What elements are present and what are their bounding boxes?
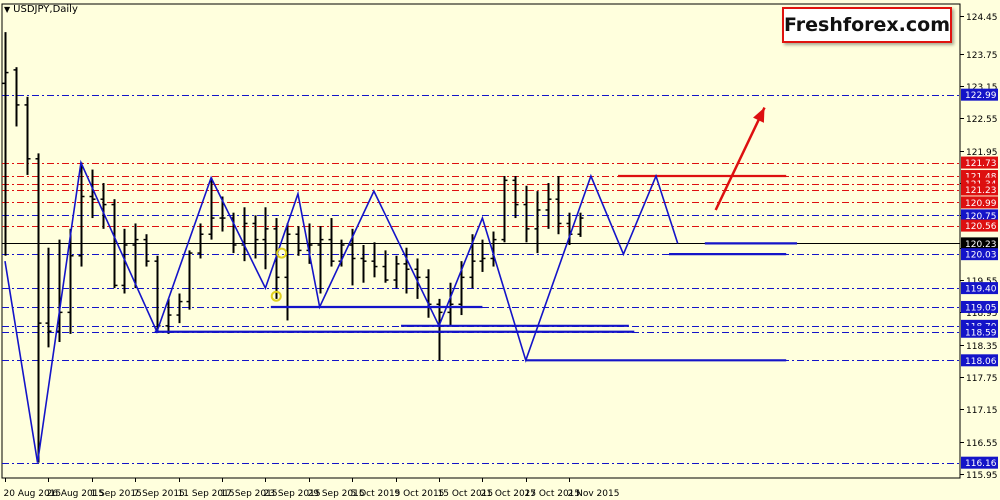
price-level-label-text: 122.99 [965,91,997,101]
ohlc-bar [436,298,443,361]
candles [2,32,584,463]
ohlc-bar [317,226,324,294]
ohlc-bar [273,218,280,299]
chart-window: 124.45123.75123.15122.55121.95121.35120.… [0,0,1000,500]
ohlc-bar [512,176,519,219]
ohlc-bar [24,96,31,175]
price-level-label: 120.99 [961,196,998,209]
price-level-label: 120.23 [961,237,998,250]
price-level-label-text: 118.06 [965,357,997,367]
price-level-label: 122.99 [961,88,998,101]
price-level-label-text: 119.05 [965,303,997,313]
price-level-label: 118.06 [961,354,998,367]
ohlc-bar [523,185,530,243]
y-axis: 124.45123.75123.15122.55121.95121.35120.… [960,13,998,481]
price-level-label-text: 119.40 [965,285,997,295]
x-axis: 20 Aug 201526 Aug 20151 Sep 20157 Sep 20… [4,478,620,499]
ohlc-bar [2,32,9,256]
ohlc-bar [479,239,486,272]
price-level-label: 121.23 [961,183,998,196]
y-tick-label: 124.45 [966,13,998,23]
price-level-label: 116.16 [961,456,998,469]
price-level-label-text: 118.59 [965,328,997,338]
ohlc-bar [208,177,215,240]
ohlc-bar [100,183,107,229]
price-level-label: 119.05 [961,300,998,313]
price-level-label-text: 121.73 [965,159,997,169]
price-level-label: 120.56 [961,219,998,232]
forecast-arrow-line [714,107,766,211]
price-level-label-text: 116.16 [965,459,997,469]
ohlc-bar [295,226,302,256]
price-level-label: 119.40 [961,282,998,295]
ohlc-bar [262,207,269,270]
zigzag-line [4,159,679,463]
y-tick-label: 116.55 [966,439,998,449]
ohlc-bar [13,67,20,127]
ohlc-bar [186,250,193,310]
y-tick-label: 117.15 [966,406,998,416]
symbol-label: USDJPY,Daily [13,4,78,15]
brand-logo: Freshforex.com [782,7,952,43]
x-tick-label: 2 Nov 2015 [568,489,620,499]
price-level-label-text: 120.56 [965,222,997,232]
ohlc-bar [577,212,584,237]
price-level-label-text: 120.99 [965,199,997,209]
ohlc-bar [197,223,204,259]
highlight-circle [276,247,288,259]
price-level-label: 118.59 [961,325,998,338]
ohlc-bar [176,293,183,324]
ohlc-bar [328,218,335,267]
ohlc-bar [35,153,42,463]
price-level-label-text: 120.03 [965,251,997,261]
ohlc-bar [545,183,552,229]
price-level-lines [2,95,960,464]
dropdown-triangle-icon[interactable]: ▼ [4,5,10,14]
y-tick-label: 115.95 [966,471,998,481]
y-tick-label: 121.95 [966,148,998,158]
ohlc-bar [143,234,150,267]
ohlc-bar [360,245,367,283]
ohlc-bar [371,242,378,278]
y-tick-label: 122.55 [966,115,998,125]
ohlc-bar [425,269,432,318]
price-level-label-text: 121.23 [965,186,997,196]
y-tick-label: 123.75 [966,51,998,61]
y-tick-label: 117.75 [966,374,998,384]
y-tick-label: 118.35 [966,342,998,352]
ohlc-bar [393,255,400,289]
ohlc-bar [382,250,389,283]
ohlc-bar [154,255,161,332]
ohlc-bar [252,215,259,259]
price-chart: 124.45123.75123.15122.55121.95121.35120.… [1,3,998,499]
price-level-label: 121.73 [961,156,998,169]
price-level-label: 120.03 [961,248,998,261]
symbol-title: ▼ USDJPY,Daily [4,4,78,15]
ohlc-bar [501,176,508,243]
x-tick-label: 5 Oct 2015 [351,489,401,499]
